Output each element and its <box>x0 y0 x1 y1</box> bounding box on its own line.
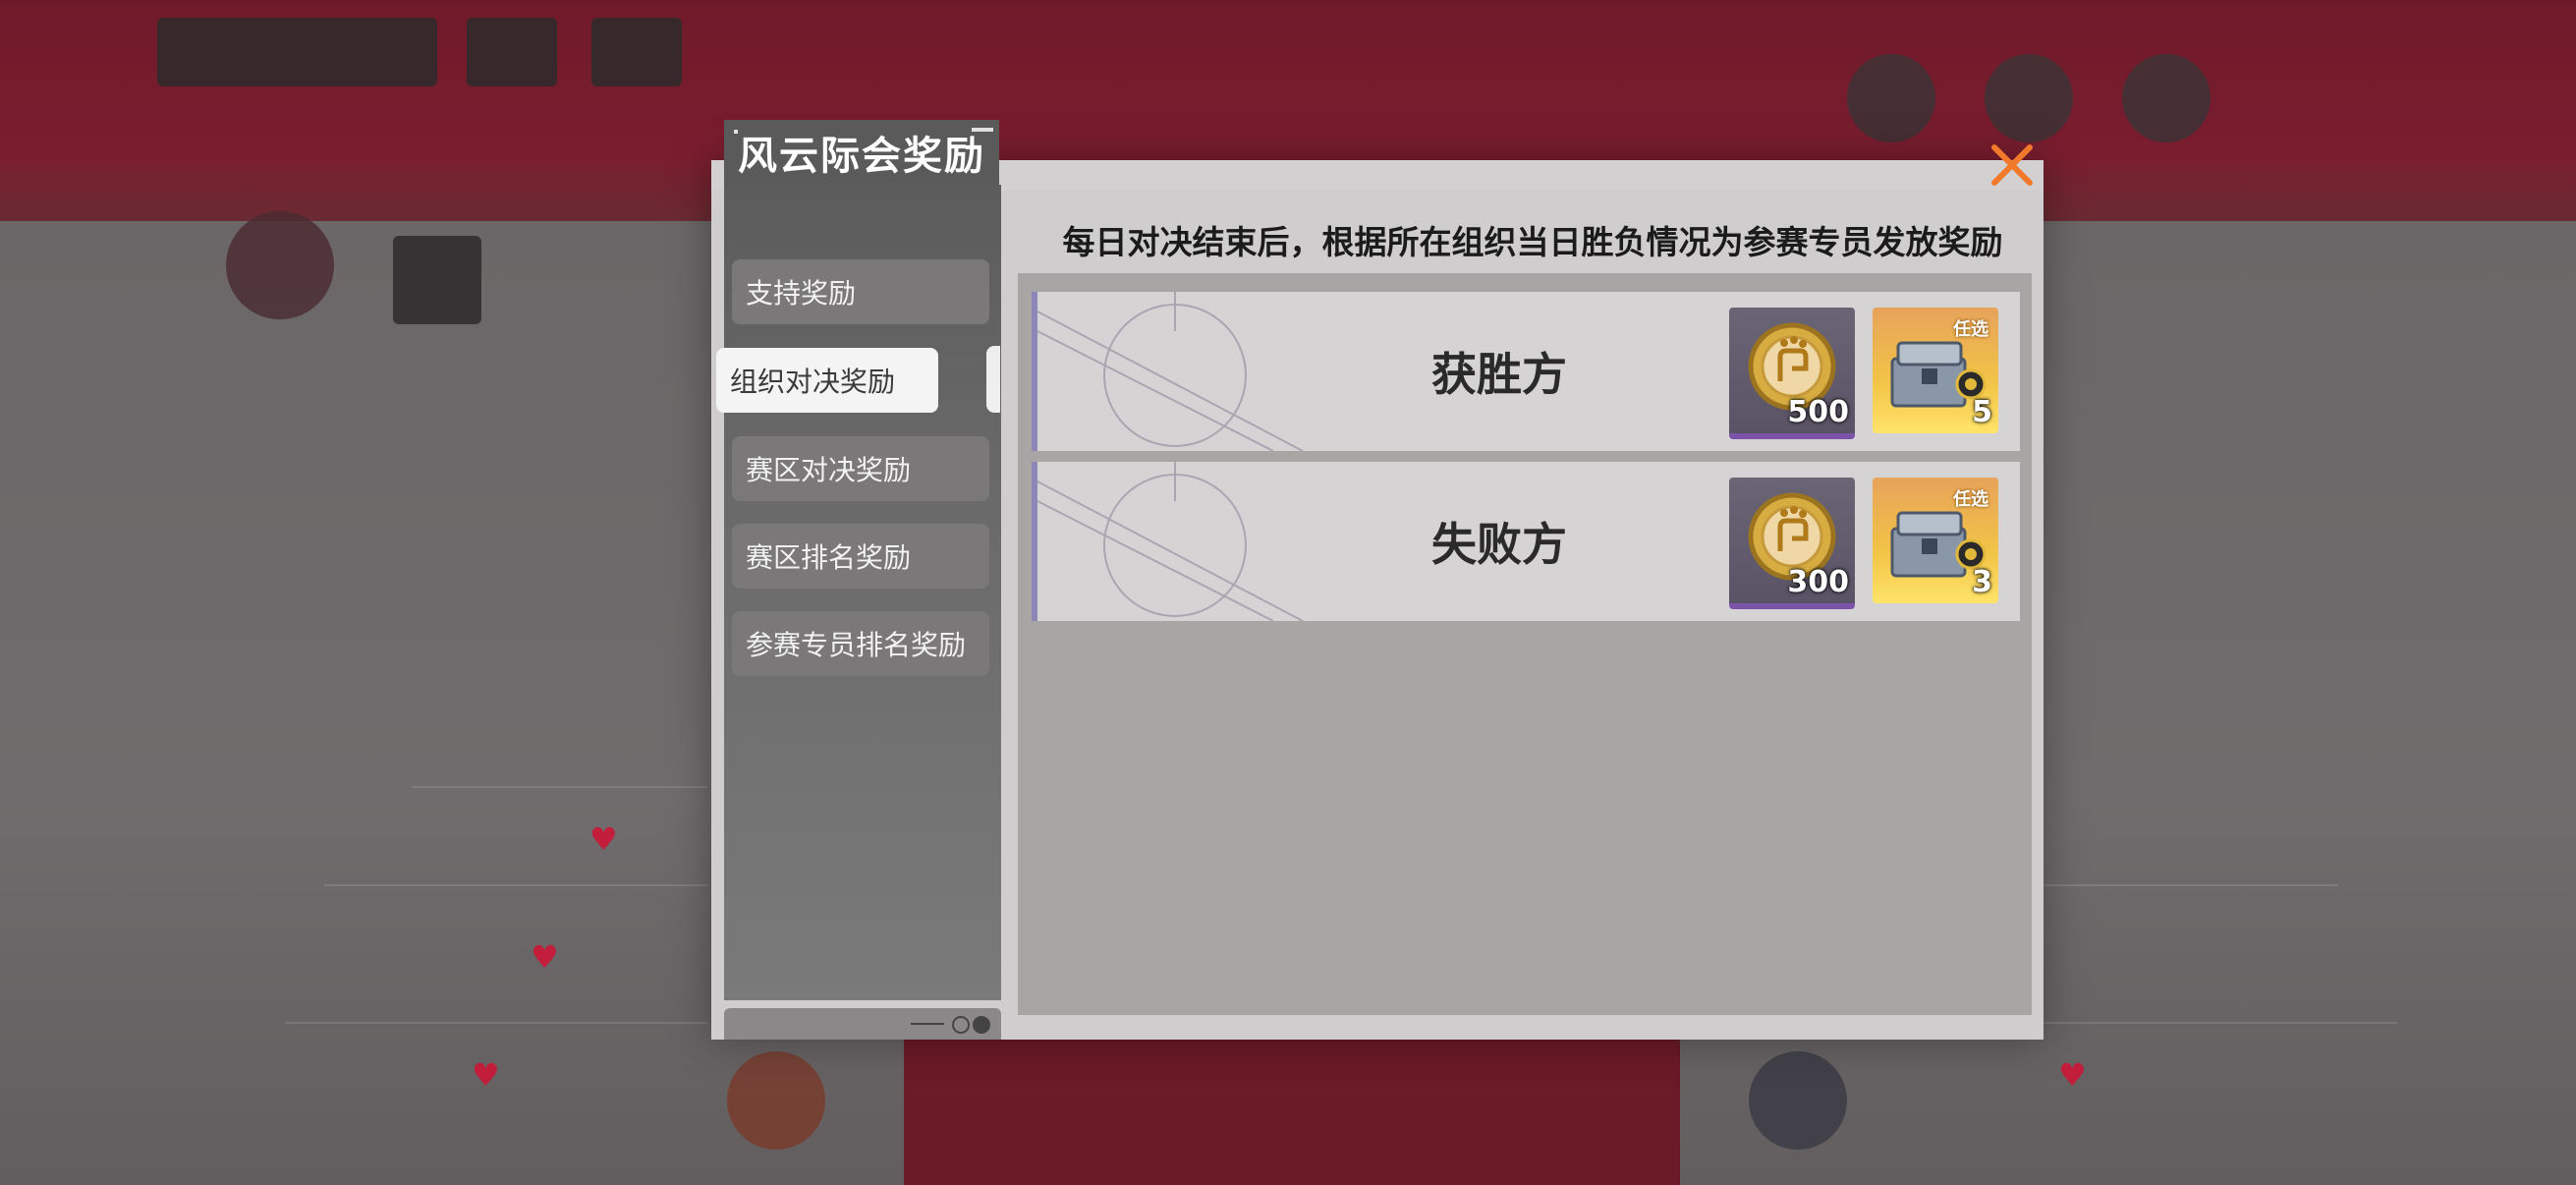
avatar-dimmed <box>226 211 334 319</box>
sidebar-footer <box>724 1008 1001 1040</box>
row-label-loser: 失败方 <box>1431 518 1567 571</box>
title-accent <box>972 128 993 132</box>
item-tag: 任选 <box>1953 489 1988 510</box>
modal-title: 风云际会奖励 <box>724 120 999 185</box>
sidebar-item-label: 赛区排名奖励 <box>746 541 912 574</box>
page-dot <box>952 1016 970 1034</box>
badge-dimmed <box>393 236 481 324</box>
background-divider <box>413 786 707 788</box>
sidebar-item-support-reward[interactable]: 支持奖励 <box>732 259 989 324</box>
item-quantity: 3 <box>1972 565 1992 599</box>
item-quantity: 300 <box>1787 565 1849 599</box>
title-accent <box>734 130 738 134</box>
player-avatar-dimmed <box>1749 1051 1847 1150</box>
page-dot-active <box>973 1016 990 1034</box>
heart-icon: ♥ <box>472 1056 500 1094</box>
sidebar-item-zone-battle-reward[interactable]: 赛区对决奖励 <box>732 436 989 501</box>
reward-item-coin[interactable]: 300 <box>1729 478 1855 609</box>
sidebar-item-label: 赛区对决奖励 <box>746 454 912 486</box>
close-icon <box>1991 144 2033 186</box>
reward-item-chest[interactable]: 任选 3 <box>1873 478 1998 603</box>
reward-category-sidebar: 支持奖励 组织对决奖励 赛区对决奖励 赛区排名奖励 参赛专员排名奖励 <box>716 185 1001 1000</box>
item-quantity: 5 <box>1972 395 1992 429</box>
back-button-dimmed <box>157 18 437 86</box>
player-avatar-dimmed <box>727 1051 825 1150</box>
reward-item-chest[interactable]: 任选 5 <box>1873 308 1998 433</box>
footer-line <box>911 1023 944 1025</box>
sidebar-item-label: 支持奖励 <box>746 277 857 310</box>
modal-title-text: 风云际会奖励 <box>738 134 985 179</box>
background-divider <box>2044 1022 2397 1024</box>
menu-icon-dimmed-2 <box>1985 54 2073 142</box>
sidebar-item-agent-ranking-reward[interactable]: 参赛专员排名奖励 <box>732 611 989 676</box>
help-button-dimmed <box>591 18 682 86</box>
row-decoration <box>1037 462 1304 621</box>
row-label-winner: 获胜方 <box>1431 348 1567 401</box>
sidebar-item-label: 参赛专员排名奖励 <box>746 629 967 661</box>
reward-row-loser: 失败方 300 任选 3 <box>1032 462 2020 621</box>
item-quantity: 500 <box>1787 395 1849 429</box>
background-divider <box>285 1022 707 1024</box>
heart-icon: ♥ <box>589 820 618 858</box>
menu-icon-dimmed-1 <box>1847 54 1935 142</box>
background-divider <box>324 884 707 886</box>
sidebar-item-zone-ranking-reward[interactable]: 赛区排名奖励 <box>732 524 989 589</box>
reward-row-winner: 获胜方 500 任选 5 <box>1032 292 2020 451</box>
sidebar-item-org-battle-reward[interactable]: 组织对决奖励 <box>716 348 938 413</box>
heart-icon: ♥ <box>531 938 559 976</box>
background-divider <box>2044 884 2338 886</box>
reward-description: 每日对决结束后，根据所在组织当日胜负情况为参赛专员发放奖励 <box>1062 223 2003 261</box>
heart-icon: ♥ <box>2058 1056 2087 1094</box>
sidebar-item-label: 组织对决奖励 <box>730 366 896 398</box>
item-tag: 任选 <box>1953 319 1988 340</box>
home-button-dimmed <box>467 18 557 86</box>
reward-item-coin[interactable]: 500 <box>1729 308 1855 439</box>
row-decoration <box>1037 292 1304 451</box>
menu-icon-dimmed-3 <box>2122 54 2211 142</box>
active-tab-indicator <box>986 346 1000 413</box>
close-button[interactable] <box>1985 138 2040 193</box>
